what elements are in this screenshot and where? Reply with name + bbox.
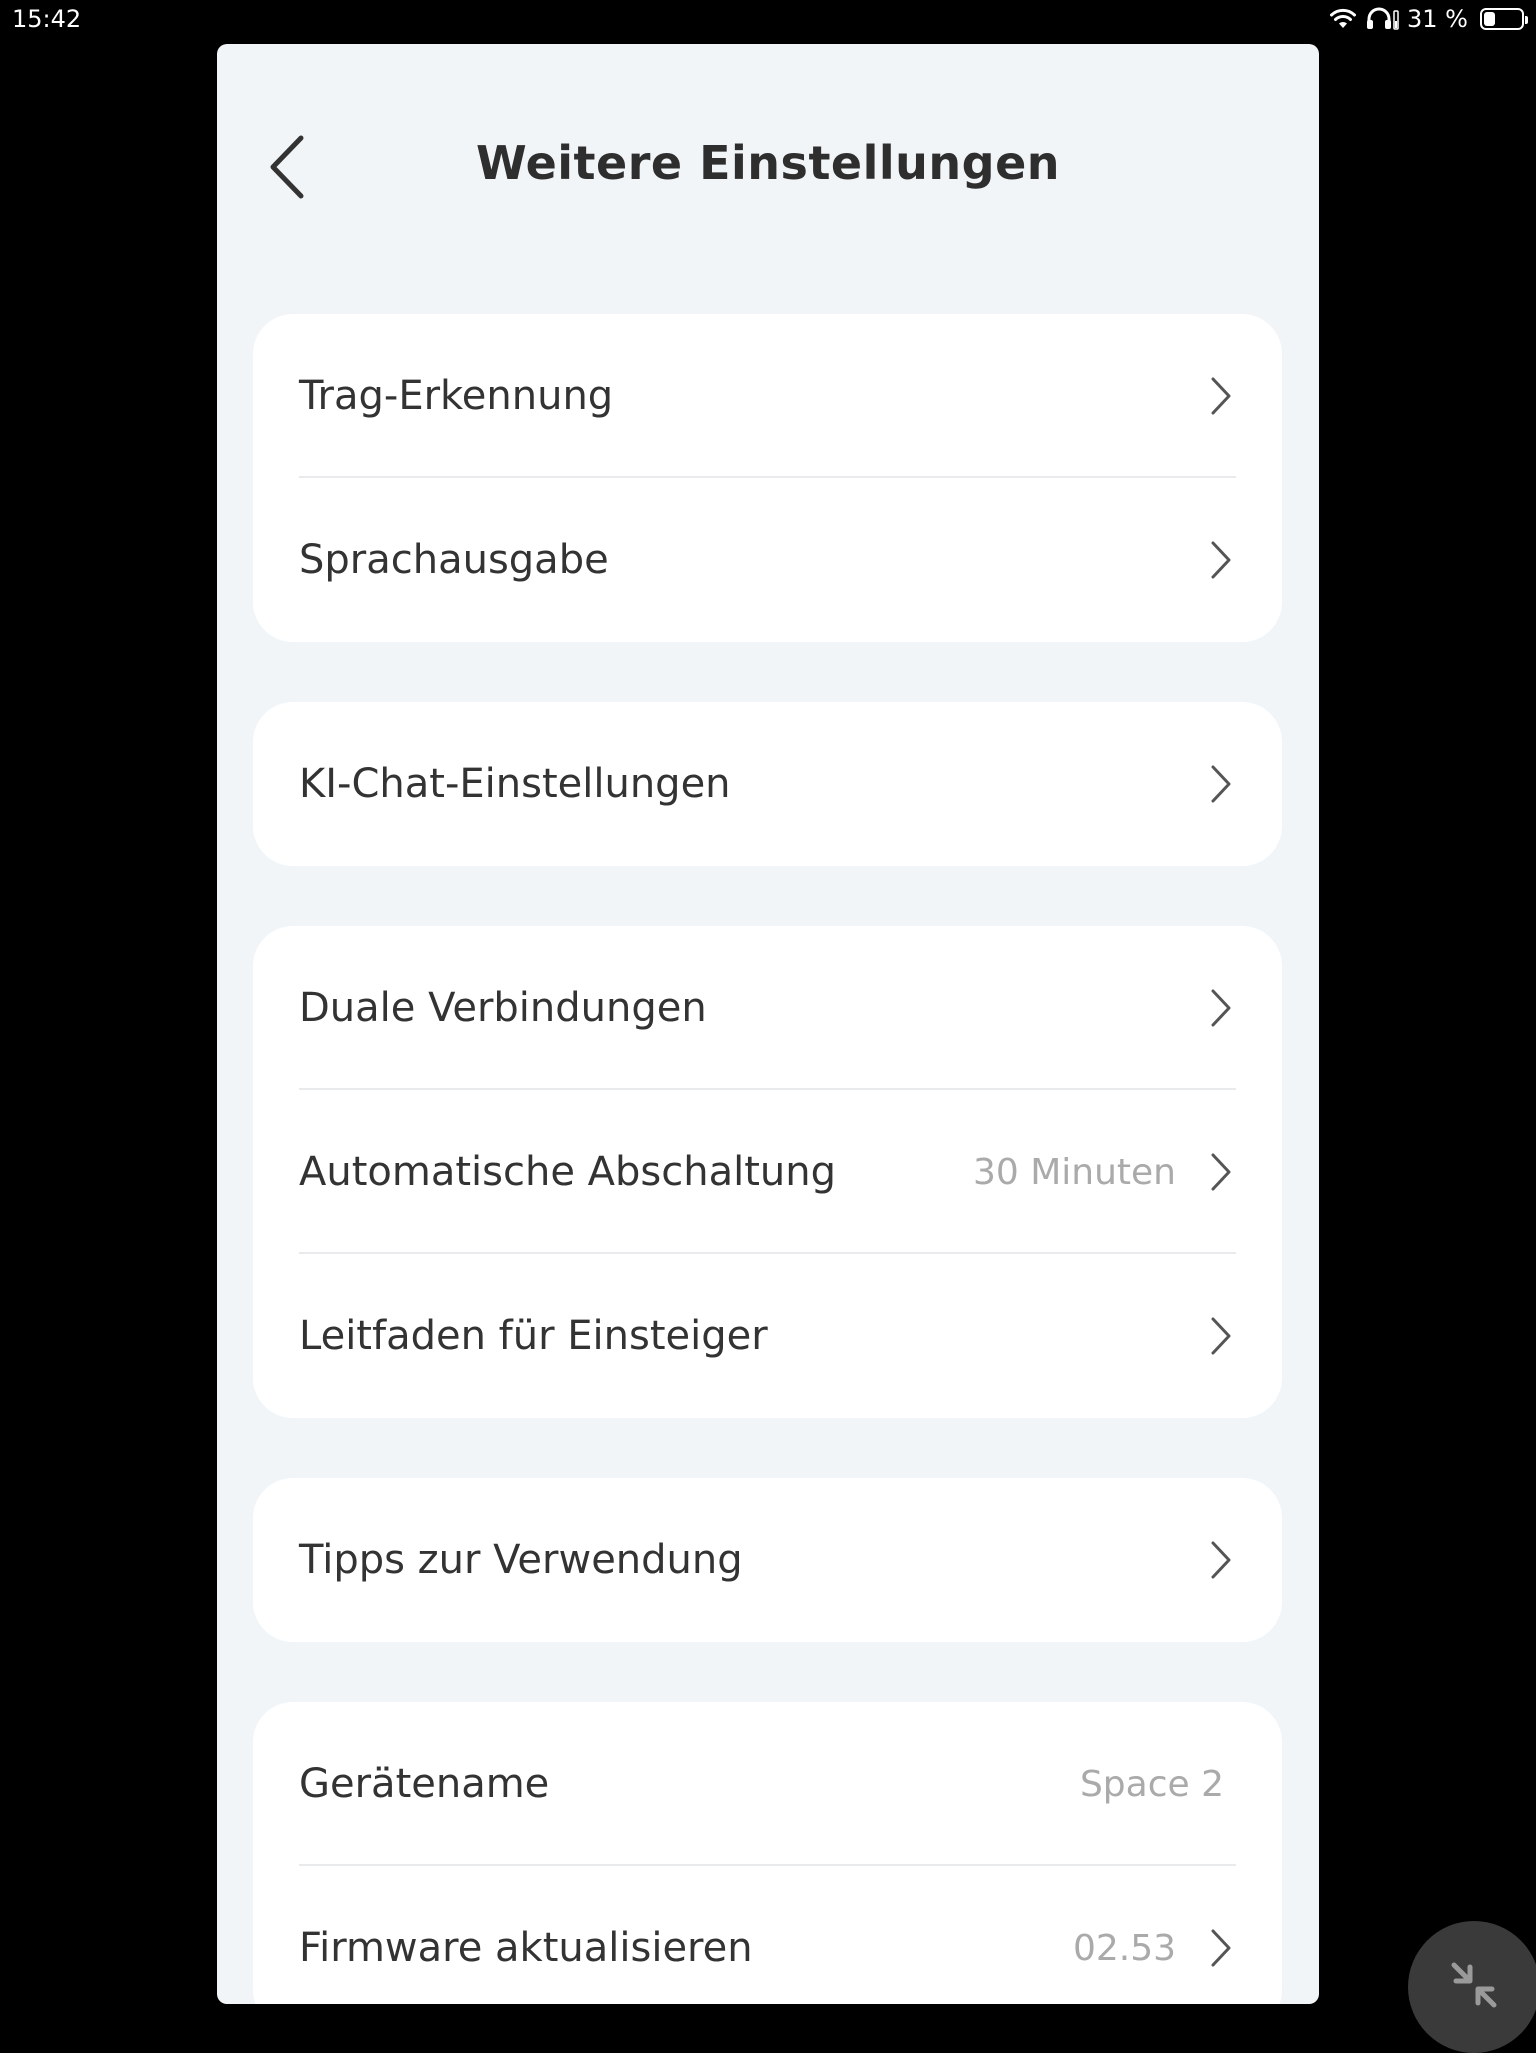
settings-screen: Weitere Einstellungen Trag-Erkennung Spra… xyxy=(217,44,1319,2004)
settings-row-label: Sprachausgabe xyxy=(299,537,609,583)
settings-row-value: 30 Minuten xyxy=(972,1151,1176,1193)
minimize-arrows-icon xyxy=(1446,1957,1502,2017)
settings-row-value: Space 2 xyxy=(1079,1763,1224,1805)
settings-row-label: Tipps zur Verwendung xyxy=(299,1537,743,1583)
settings-row-label: Gerätename xyxy=(299,1761,550,1807)
settings-row-label: Automatische Abschaltung xyxy=(299,1149,836,1195)
settings-row-tipps-zur-verwendung[interactable]: Tipps zur Verwendung xyxy=(253,1478,1282,1642)
settings-row-ki-chat-einstellungen[interactable]: KI-Chat-Einstellungen xyxy=(253,702,1282,866)
settings-row-leitfaden-für-einsteiger[interactable]: Leitfaden für Einsteiger xyxy=(253,1254,1282,1418)
settings-row-label: Trag-Erkennung xyxy=(299,373,614,419)
settings-row-label: KI-Chat-Einstellungen xyxy=(299,761,731,807)
settings-row-value: 02.53 xyxy=(1072,1927,1176,1969)
settings-row-label: Leitfaden für Einsteiger xyxy=(299,1313,768,1359)
settings-row-gerätename[interactable]: Gerätename Space 2 xyxy=(253,1702,1282,1866)
chevron-right-icon xyxy=(1206,764,1236,804)
settings-row-sprachausgabe[interactable]: Sprachausgabe xyxy=(253,478,1282,642)
minimize-button[interactable] xyxy=(1408,1921,1536,2053)
settings-row-trag-erkennung[interactable]: Trag-Erkennung xyxy=(253,314,1282,478)
battery-percent: 31 % xyxy=(1407,5,1468,33)
settings-row-label: Firmware aktualisieren xyxy=(299,1925,753,1971)
status-bar: 15:42 31 % xyxy=(0,0,1536,40)
status-time: 15:42 xyxy=(12,5,82,33)
settings-row-duale-verbindungen[interactable]: Duale Verbindungen xyxy=(253,926,1282,1090)
battery-icon xyxy=(1480,8,1528,30)
chevron-right-icon xyxy=(1206,1928,1236,1968)
wifi-icon xyxy=(1329,8,1357,30)
settings-card: Gerätename Space 2 Firmware aktualisieren 0… xyxy=(253,1702,1282,2004)
settings-card: Trag-Erkennung Sprachausgabe xyxy=(253,314,1282,642)
chevron-right-icon xyxy=(1206,1540,1236,1580)
chevron-right-icon xyxy=(1206,1152,1236,1192)
settings-row-automatische-abschaltung[interactable]: Automatische Abschaltung 30 Minuten xyxy=(253,1090,1282,1254)
page-title: Weitere Einstellungen xyxy=(475,136,1061,190)
chevron-right-icon xyxy=(1206,1316,1236,1356)
settings-row-label: Duale Verbindungen xyxy=(299,985,707,1031)
settings-card: Duale Verbindungen Automatische Abschaltu… xyxy=(253,926,1282,1418)
settings-card: KI-Chat-Einstellungen xyxy=(253,702,1282,866)
settings-row-firmware-aktualisieren[interactable]: Firmware aktualisieren 02.53 xyxy=(253,1866,1282,2004)
battery-tip xyxy=(1525,16,1528,24)
battery-level xyxy=(1484,12,1495,26)
chevron-right-icon xyxy=(1206,540,1236,580)
headphones-icon xyxy=(1365,7,1399,31)
status-indicators: 31 % xyxy=(1329,5,1528,33)
chevron-right-icon xyxy=(1206,988,1236,1028)
settings-card: Tipps zur Verwendung xyxy=(253,1478,1282,1642)
chevron-right-icon xyxy=(1206,376,1236,416)
header: Weitere Einstellungen xyxy=(217,44,1319,284)
